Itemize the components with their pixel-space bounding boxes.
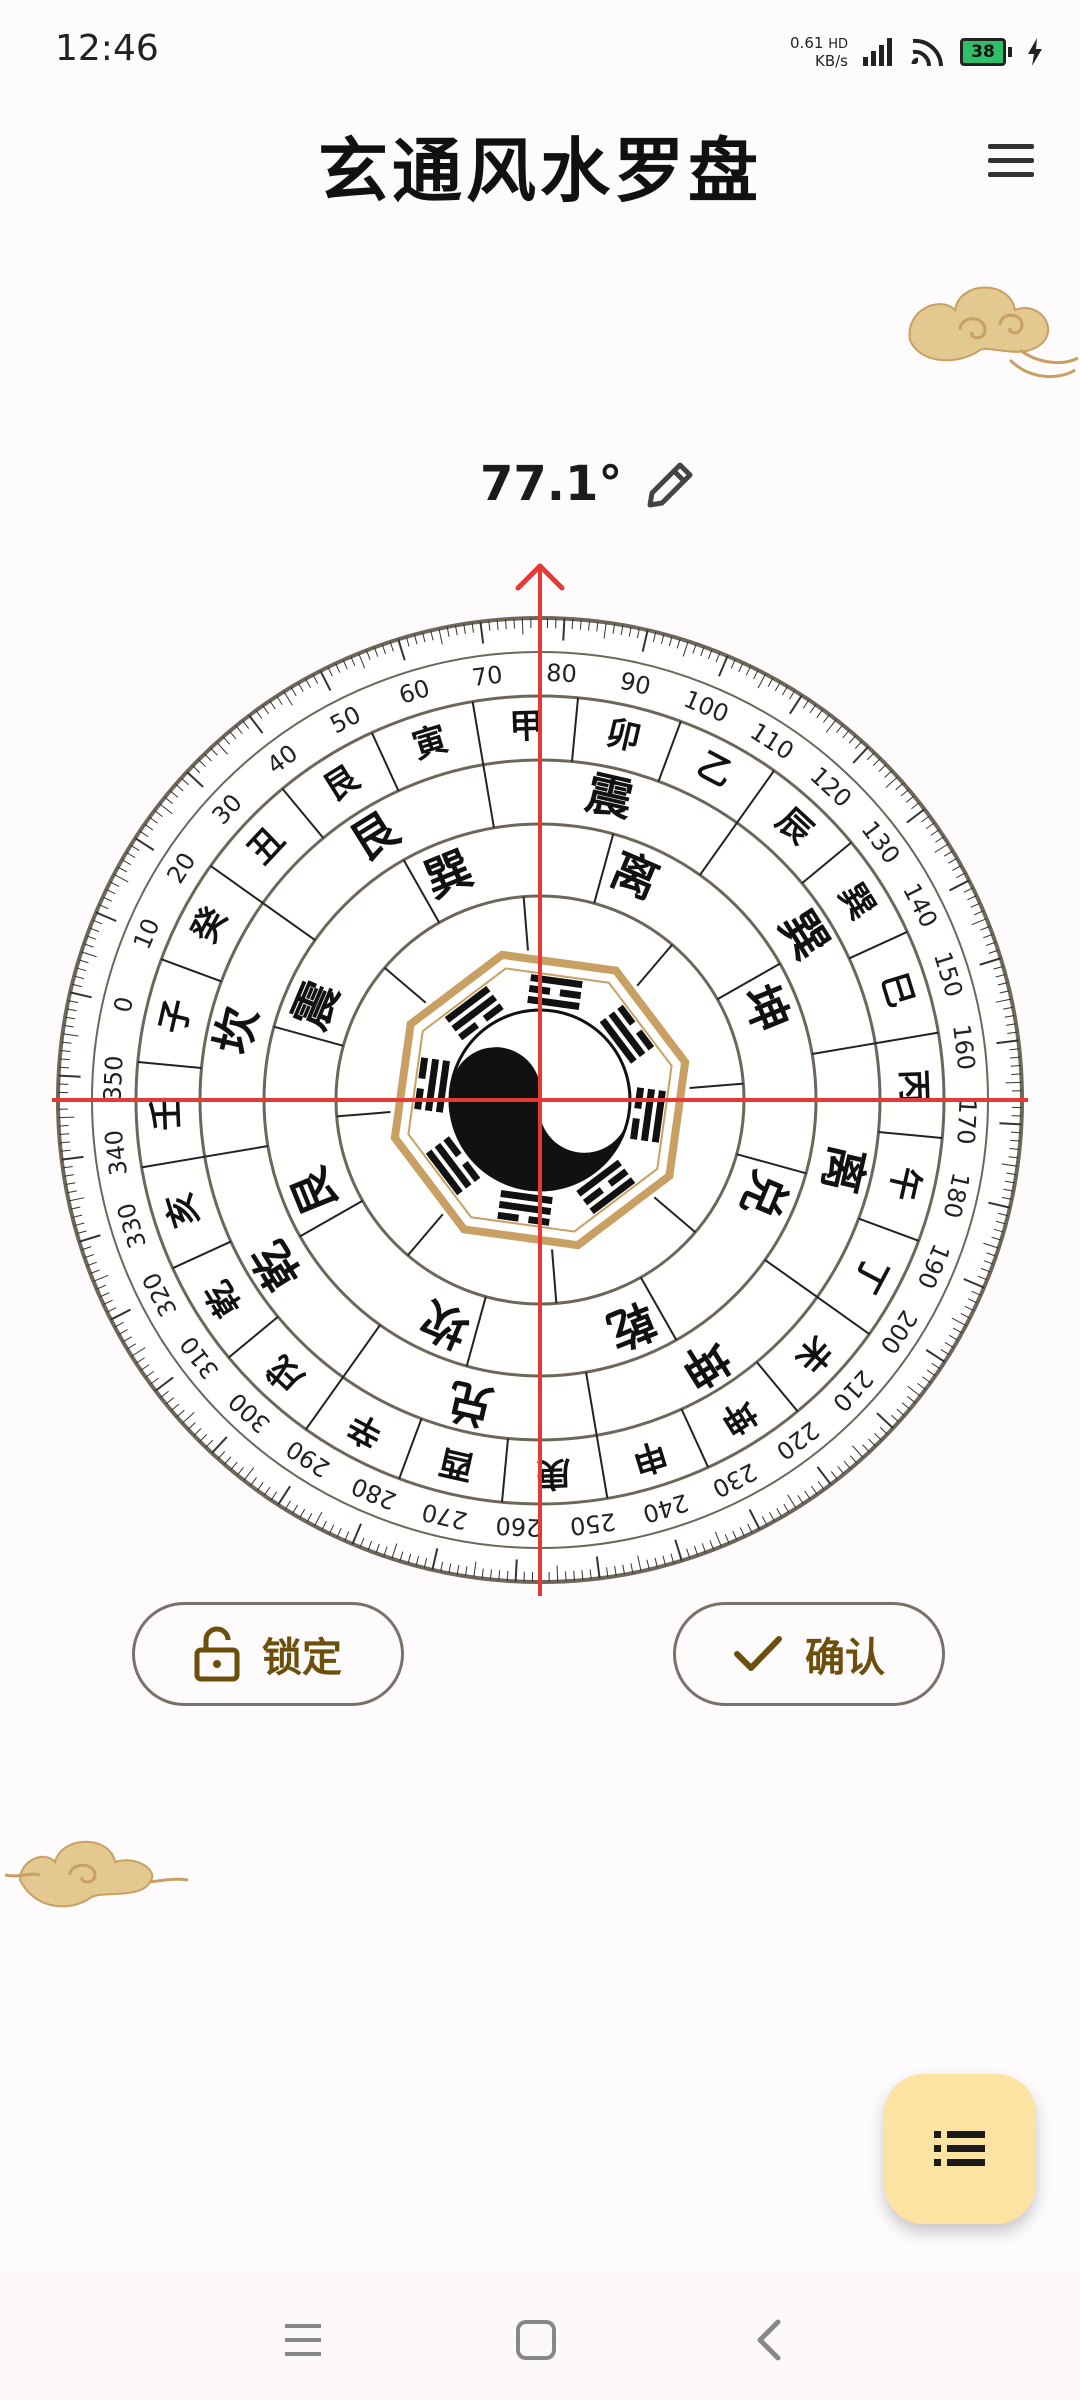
degree-tick bbox=[565, 1571, 567, 1582]
cloud-decoration-icon bbox=[908, 286, 1079, 379]
battery-level: 38 bbox=[960, 38, 1006, 66]
compass-dial[interactable]: 0102030405060 70 80 90100110120130140150160… bbox=[50, 560, 1030, 1600]
charging-icon bbox=[1028, 38, 1042, 66]
degree-tick bbox=[514, 1559, 518, 1582]
degree-tick bbox=[58, 1074, 81, 1078]
status-icons: 0.61 HD KB/s 38 bbox=[790, 30, 1044, 74]
degree-tick bbox=[1010, 1065, 1021, 1067]
wifi-icon bbox=[911, 38, 943, 67]
signal-icon bbox=[863, 38, 892, 66]
recents-menu-icon[interactable] bbox=[273, 2310, 333, 2370]
degree-tick bbox=[505, 619, 507, 630]
list-icon bbox=[934, 2131, 985, 2166]
lock-button-label: 锁定 bbox=[262, 1635, 342, 1681]
battery-indicator: 38 bbox=[960, 38, 1012, 66]
confirm-button-label: 确认 bbox=[805, 1635, 885, 1681]
lock-button[interactable]: 锁定 bbox=[132, 1602, 404, 1706]
degree-label: 340 bbox=[100, 1128, 133, 1177]
check-icon bbox=[734, 1636, 782, 1671]
degree-label: 160 bbox=[947, 1023, 980, 1072]
degree-tick bbox=[1005, 1081, 1022, 1084]
cloud-decoration-icon bbox=[4, 1840, 189, 1908]
back-icon[interactable] bbox=[740, 2310, 800, 2370]
confirm-button[interactable]: 确认 bbox=[673, 1602, 945, 1706]
degree-label: 350 bbox=[98, 1055, 128, 1102]
degree-tick bbox=[58, 1125, 69, 1127]
degree-tick bbox=[573, 1570, 575, 1581]
status-bar: 12:46 0.61 HD KB/s 38 bbox=[0, 0, 1080, 100]
heading-value: 77.1° bbox=[480, 456, 623, 512]
degree-label: 250 bbox=[568, 1507, 617, 1540]
degree-tick bbox=[1010, 1131, 1021, 1134]
net-speed-unit: KB/s bbox=[815, 51, 848, 70]
net-speed-value: 0.61 HD bbox=[790, 33, 848, 52]
degree-label: 260 bbox=[495, 1511, 542, 1541]
degree-tick bbox=[59, 1066, 70, 1069]
home-icon[interactable] bbox=[506, 2310, 566, 2370]
heading-row: 77.1° bbox=[0, 450, 1080, 520]
degree-tick bbox=[562, 618, 566, 641]
system-nav-bar bbox=[0, 2270, 1080, 2400]
menu-icon[interactable] bbox=[980, 130, 1040, 190]
degree-tick bbox=[58, 1116, 75, 1119]
lock-open-icon bbox=[194, 1626, 240, 1682]
degree-tick bbox=[571, 619, 574, 630]
degree-tick bbox=[1011, 1073, 1022, 1075]
degree-tick bbox=[506, 1570, 509, 1581]
degree-tick bbox=[59, 1133, 70, 1135]
status-time: 12:46 bbox=[55, 28, 159, 69]
degree-tick bbox=[513, 618, 515, 629]
degree-label: 70 bbox=[470, 660, 504, 692]
degree-tick bbox=[556, 1565, 559, 1582]
degree-label: 80 bbox=[546, 659, 578, 689]
degree-tick bbox=[521, 618, 524, 635]
network-speed: 0.61 HD KB/s bbox=[790, 33, 848, 70]
list-fab-button[interactable] bbox=[884, 2074, 1036, 2224]
edit-pencil-icon[interactable] bbox=[640, 455, 700, 515]
app-title: 玄通风水罗盘 bbox=[318, 130, 762, 212]
degree-tick bbox=[999, 1122, 1022, 1126]
degree-label: 170 bbox=[951, 1098, 981, 1145]
